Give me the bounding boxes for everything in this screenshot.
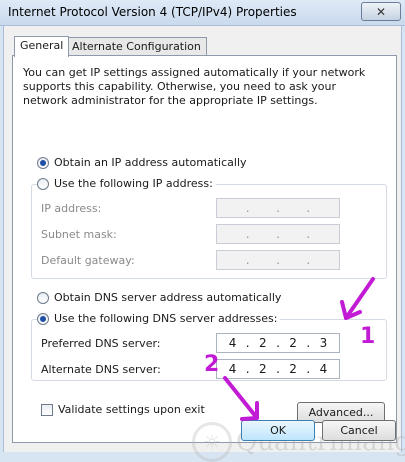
ok-button[interactable]: OK xyxy=(241,420,315,441)
tab-alternate-configuration[interactable]: Alternate Configuration xyxy=(66,37,207,56)
ip-address-label: IP address: xyxy=(41,202,102,215)
obtain-ip-auto-label: Obtain an IP address automatically xyxy=(54,156,247,169)
obtain-ip-auto-option[interactable]: Obtain an IP address automatically xyxy=(37,156,250,169)
preferred-dns-label: Preferred DNS server: xyxy=(41,337,161,350)
use-following-dns-radio[interactable] xyxy=(37,312,49,325)
default-gateway-label: Default gateway: xyxy=(41,254,135,267)
annotation-number-2: 2 xyxy=(204,352,220,377)
tab-alternate-label: Alternate Configuration xyxy=(72,40,201,53)
alternate-dns-input[interactable]: 4. 2. 2. 4 xyxy=(216,359,340,379)
use-following-dns-label: Use the following DNS server addresses: xyxy=(54,312,278,325)
annotation-number-1: 1 xyxy=(360,324,376,349)
obtain-dns-auto-option[interactable]: Obtain DNS server address automatically xyxy=(37,291,285,304)
close-button[interactable]: ✕ xyxy=(361,2,401,21)
obtain-dns-auto-radio[interactable] xyxy=(37,291,49,304)
use-following-ip-label: Use the following IP address: xyxy=(54,177,213,190)
alternate-dns-label: Alternate DNS server: xyxy=(41,363,161,376)
tab-general[interactable]: General xyxy=(14,36,70,57)
dialog-body: General Alternate Configuration You can … xyxy=(3,26,405,462)
obtain-ip-auto-radio[interactable] xyxy=(37,156,49,169)
validate-settings-option[interactable]: Validate settings upon exit xyxy=(41,403,208,416)
tab-general-label: General xyxy=(20,39,64,52)
general-tab-panel: You can get IP settings assigned automat… xyxy=(12,55,397,443)
use-following-ip-option[interactable]: Use the following IP address: xyxy=(37,177,216,190)
cancel-button[interactable]: Cancel xyxy=(322,420,396,441)
title-bar: Internet Protocol Version 4 (TCP/IPv4) P… xyxy=(0,0,405,26)
window-title: Internet Protocol Version 4 (TCP/IPv4) P… xyxy=(8,5,297,19)
validate-settings-label: Validate settings upon exit xyxy=(58,403,205,416)
validate-settings-checkbox[interactable] xyxy=(41,403,53,416)
info-text: You can get IP settings assigned automat… xyxy=(23,66,366,107)
use-following-ip-radio[interactable] xyxy=(37,177,49,190)
watermark-logo-icon: ☼ xyxy=(192,422,232,462)
obtain-dns-auto-label: Obtain DNS server address automatically xyxy=(54,291,282,304)
use-following-dns-option[interactable]: Use the following DNS server addresses: xyxy=(37,312,281,325)
subnet-mask-label: Subnet mask: xyxy=(41,228,117,241)
close-icon: ✕ xyxy=(375,4,387,19)
preferred-dns-input[interactable]: 4. 2. 2. 3 xyxy=(216,333,340,353)
default-gateway-input: . . . xyxy=(216,250,340,270)
subnet-mask-input: . . . xyxy=(216,224,340,244)
ip-address-input: . . . xyxy=(216,198,340,218)
